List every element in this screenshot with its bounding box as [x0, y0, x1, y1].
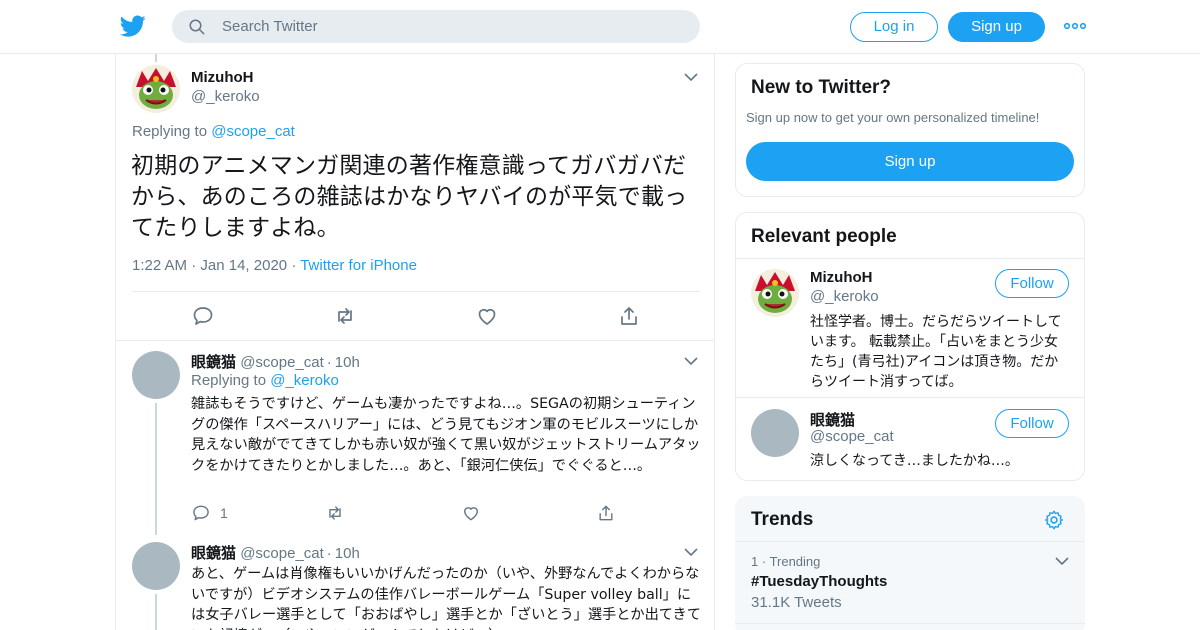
like-heart-icon[interactable]	[461, 503, 481, 523]
frog-avatar-icon	[132, 65, 180, 113]
thread-line	[155, 54, 157, 62]
reply-count: 1	[220, 505, 228, 521]
author-handle[interactable]: @scope_cat	[240, 354, 324, 371]
avatar[interactable]	[132, 542, 180, 590]
card-title: Relevant people	[751, 226, 897, 247]
chevron-down-icon[interactable]	[684, 547, 698, 557]
reply-icon[interactable]	[191, 304, 215, 328]
tweet-time[interactable]: 1:22 AM	[132, 257, 187, 274]
trend-category: Trending	[769, 554, 821, 569]
signup-button[interactable]: Sign up	[948, 12, 1045, 42]
search-input[interactable]	[222, 10, 682, 43]
author-name[interactable]: MizuhoH	[191, 69, 253, 86]
person-handle[interactable]: @scope_cat	[810, 428, 894, 445]
more-options-icon[interactable]	[1063, 18, 1087, 34]
reply-icon[interactable]	[191, 503, 211, 523]
divider	[736, 258, 1084, 259]
person-handle[interactable]: @_keroko	[810, 288, 879, 305]
search-icon	[189, 19, 205, 35]
divider	[736, 397, 1084, 398]
card-subtitle: Sign up now to get your own personalized…	[746, 110, 1040, 125]
tweet-date[interactable]: Jan 14, 2020	[200, 257, 287, 274]
tweet-age[interactable]: 10h	[335, 354, 360, 371]
settings-gear-icon[interactable]	[1043, 509, 1065, 531]
card-title: New to Twitter?	[751, 77, 892, 98]
tweet-text: 初期のアニメマンガ関連の著作権意識ってガバガバだから、あのころの雑誌はかなりヤバ…	[131, 153, 688, 241]
tweet-source-link[interactable]: Twitter for iPhone	[300, 257, 417, 274]
chevron-down-icon[interactable]	[1055, 556, 1069, 566]
chevron-down-icon[interactable]	[684, 72, 698, 82]
person-name[interactable]: 眼鏡猫	[810, 409, 855, 430]
reply-tweet[interactable]: 眼鏡猫 @scope_cat · 10h Replying to @_keroko …	[116, 341, 716, 535]
person-bio: 社怪学者。博士。だらだらツイートしています。 転載禁止。「占いをまとう少女たち」…	[810, 314, 1062, 390]
retweet-icon[interactable]	[333, 304, 357, 328]
replying-to: Replying to @_keroko	[191, 372, 339, 389]
reply-tweet[interactable]: 眼鏡猫 @scope_cat · 10h あと、ゲームは肖像権もいいかげんだったのか…	[116, 531, 714, 630]
twitter-bird-icon[interactable]	[120, 13, 146, 39]
like-heart-icon[interactable]	[475, 304, 499, 328]
trends-card: Trends 1 · Trending #TuesdayThoughts 31.…	[735, 496, 1085, 630]
trend-tweet-count: 31.1K Tweets	[751, 594, 842, 611]
share-icon[interactable]	[596, 503, 616, 523]
reply-header: 眼鏡猫 @scope_cat · 10h	[191, 354, 360, 371]
follow-button[interactable]: Follow	[995, 409, 1069, 438]
signup-button[interactable]: Sign up	[746, 142, 1074, 181]
person-bio: 涼しくなってき…ましたかね…。	[810, 453, 1019, 469]
tweet-actions: 1	[116, 503, 716, 527]
trend-name[interactable]: #TuesdayThoughts	[751, 573, 887, 590]
divider	[735, 623, 1085, 624]
trend-context: 1 · Trending	[751, 554, 821, 569]
retweet-icon[interactable]	[325, 503, 345, 523]
tweet-metadata: 1:22 AM · Jan 14, 2020 · Twitter for iPh…	[132, 257, 417, 274]
divider	[735, 541, 1085, 542]
author-name[interactable]: 眼鏡猫	[191, 545, 236, 562]
replying-to-link[interactable]: @scope_cat	[211, 123, 295, 140]
tweet-actions	[116, 304, 716, 328]
avatar[interactable]	[132, 65, 180, 113]
login-button[interactable]: Log in	[850, 12, 938, 42]
tweet-text: 雑誌もそうですけど、ゲームも凄かったですよね…。SEGAの初期シューティングの傑…	[191, 396, 701, 474]
replying-prefix: Replying to	[191, 372, 271, 389]
conversation-column: MizuhoH @_keroko Replying to @scope_cat …	[115, 54, 715, 630]
search-bar[interactable]	[172, 10, 700, 43]
person-name[interactable]: MizuhoH	[810, 269, 872, 286]
chevron-down-icon[interactable]	[684, 356, 698, 366]
frog-avatar-icon	[751, 269, 799, 317]
divider	[131, 291, 700, 292]
reply-header: 眼鏡猫 @scope_cat · 10h	[191, 545, 360, 562]
follow-button[interactable]: Follow	[995, 269, 1069, 298]
tweet-text: あと、ゲームは肖像権もいいかげんだったのか（いや、外野なんでよくわからないですが…	[191, 566, 701, 630]
thread-line	[155, 594, 157, 630]
relevant-people-card: Relevant people MizuhoH @_keroko Follow …	[735, 212, 1085, 481]
avatar[interactable]	[751, 409, 799, 457]
top-navigation-bar: Log in Sign up	[0, 0, 1200, 54]
author-name[interactable]: 眼鏡猫	[191, 354, 236, 371]
new-to-twitter-card: New to Twitter? Sign up now to get your …	[735, 63, 1085, 197]
replying-to: Replying to @scope_cat	[132, 123, 295, 140]
share-icon[interactable]	[617, 304, 641, 328]
replying-prefix: Replying to	[132, 123, 212, 140]
card-title: Trends	[751, 509, 814, 530]
author-handle[interactable]: @scope_cat	[240, 545, 324, 562]
replying-to-link[interactable]: @_keroko	[270, 372, 339, 389]
author-handle[interactable]: @_keroko	[191, 88, 260, 105]
tweet-age[interactable]: 10h	[335, 545, 360, 562]
avatar[interactable]	[751, 269, 799, 317]
avatar[interactable]	[132, 351, 180, 399]
